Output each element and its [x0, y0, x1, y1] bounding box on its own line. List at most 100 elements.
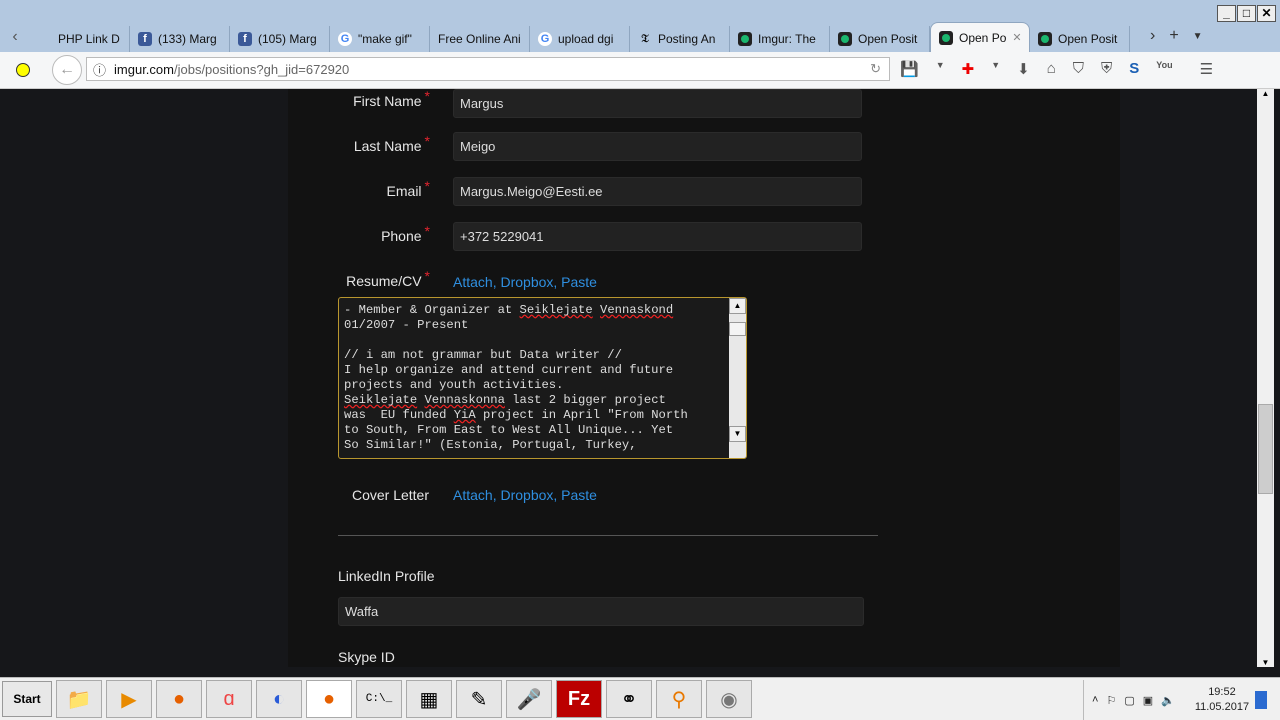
app-icon[interactable]: ɑ — [206, 680, 252, 718]
title-bar: _ □ ✕ ‹ PHP Link D f (133) Marg f (105) Marg… — [0, 0, 1280, 52]
skype-icon[interactable]: S — [1129, 60, 1139, 78]
page-scrollbar[interactable]: ▲ ▼ — [1257, 89, 1274, 667]
tab[interactable]: 𝔗 Posting An — [630, 26, 730, 52]
browser-icon[interactable]: ◐ — [256, 680, 302, 718]
resume-line: projects and youth activities. — [344, 378, 564, 392]
show-desktop-icon[interactable] — [1255, 691, 1268, 709]
nyt-icon: 𝔗 — [641, 32, 649, 45]
last-name-field[interactable]: Meigo — [453, 132, 862, 161]
maximize-button[interactable]: □ — [1237, 5, 1256, 22]
cover-letter-attach-links[interactable]: Attach, Dropbox, Paste — [453, 487, 597, 503]
scroll-down-icon[interactable]: ▼ — [1257, 658, 1274, 667]
volume-icon[interactable]: 🔈 — [1161, 694, 1175, 707]
tab-scroll-left-icon[interactable]: ‹ — [0, 28, 30, 46]
cover-letter-label: Cover Letter — [351, 487, 429, 503]
microphone-icon[interactable]: 🎤 — [506, 680, 552, 718]
imgur-icon — [738, 32, 752, 46]
scroll-up-icon[interactable]: ▲ — [729, 298, 746, 314]
resume-attach-links[interactable]: Attach, Dropbox, Paste — [453, 274, 597, 290]
reload-icon[interactable]: ↻ — [870, 61, 881, 77]
usb-icon[interactable]: ▢ — [1124, 694, 1134, 707]
menu-icon[interactable]: ☰ — [1200, 60, 1213, 78]
tab[interactable]: Open Posit — [830, 26, 930, 52]
resume-line: - Member & Organizer at Seiklejate Venna… — [344, 303, 674, 317]
application-form: First Name * Margus Last Name * Meigo Emai… — [288, 89, 1120, 667]
last-name-label: Last Name * — [353, 133, 430, 154]
scroll-down-icon[interactable]: ▼ — [729, 426, 746, 442]
tab[interactable]: f (133) Marg — [130, 26, 230, 52]
resume-label: Resume/CV * — [346, 268, 430, 289]
resume-textarea[interactable]: - Member & Organizer at Seiklejate Venna… — [338, 297, 747, 459]
facebook-icon: f — [238, 32, 252, 46]
dropdown-icon[interactable]: ▼ — [936, 60, 945, 78]
calculator-icon[interactable]: ▦ — [406, 680, 452, 718]
youtube-icon[interactable]: You — [1156, 60, 1172, 78]
close-window-button[interactable]: ✕ — [1257, 5, 1276, 22]
tab[interactable]: PHP Link D — [30, 26, 130, 52]
extension-icon[interactable] — [16, 63, 30, 77]
tab[interactable]: G "make gif" — [330, 26, 430, 52]
tab-label: "make gif" — [358, 32, 412, 46]
linkedin-label: LinkedIn Profile — [338, 568, 435, 584]
scroll-thumb[interactable] — [1258, 404, 1273, 494]
tab-list-dropdown-icon[interactable]: ▼ — [1193, 27, 1203, 47]
resume-text: - Member & Organizer at Seiklejate Venna… — [339, 298, 746, 453]
download-icon[interactable]: ⬇ — [1017, 60, 1030, 78]
tab[interactable]: Gupload dgi — [530, 26, 630, 52]
notepad-icon[interactable]: ✎ — [456, 680, 502, 718]
scroll-up-icon[interactable]: ▲ — [1257, 89, 1274, 98]
search-icon[interactable]: ⚲ — [656, 680, 702, 718]
tab[interactable]: Open Po ✕ — [930, 22, 1030, 52]
home-icon[interactable]: ⌂ — [1047, 60, 1056, 78]
command-prompt-icon[interactable]: C:\_ — [356, 680, 402, 718]
back-button[interactable]: ← — [52, 55, 82, 85]
file-explorer-icon[interactable]: 📁 — [56, 680, 102, 718]
firefox-active-icon[interactable]: ● — [306, 680, 352, 718]
tab[interactable]: Free Online Ani — [430, 26, 530, 52]
new-tab-button[interactable]: + — [1169, 27, 1178, 47]
resume-line: I help organize and attend current and f… — [344, 363, 674, 377]
tab[interactable]: Imgur: The — [730, 26, 830, 52]
save-icon[interactable]: 💾 — [900, 60, 919, 78]
divider — [338, 535, 878, 536]
skype-label: Skype ID — [338, 649, 395, 665]
dropdown-icon[interactable]: ▼ — [991, 60, 1000, 78]
close-tab-icon[interactable]: ✕ — [1012, 31, 1021, 44]
scroll-thumb[interactable] — [729, 322, 746, 336]
tab[interactable]: Open Posit — [1030, 26, 1130, 52]
network-tray-icon[interactable]: ▣ — [1143, 694, 1153, 707]
navigation-bar: ← ⓘ imgur.com/jobs/positions?gh_jid=6729… — [0, 52, 1280, 89]
first-name-field[interactable]: Margus — [453, 89, 862, 118]
tab-label: Imgur: The — [758, 32, 816, 46]
email-field[interactable]: Margus.Meigo@Eesti.ee — [453, 177, 862, 206]
firefox-icon[interactable]: ● — [156, 680, 202, 718]
info-icon[interactable]: ⓘ — [93, 60, 106, 79]
flag-icon[interactable]: ⚐ — [1106, 694, 1116, 707]
textarea-scrollbar[interactable]: ▲ ▼ — [729, 298, 746, 458]
tab-label: Free Online Ani — [438, 32, 521, 46]
ublock-icon[interactable]: ⛨ — [1101, 60, 1112, 78]
tab[interactable]: f (105) Marg — [230, 26, 330, 52]
media-player-icon[interactable]: ▶ — [106, 680, 152, 718]
disc-icon[interactable]: ◉ — [706, 680, 752, 718]
url-bar[interactable]: ⓘ imgur.com/jobs/positions?gh_jid=672920… — [86, 57, 890, 81]
tab-label: PHP Link D — [58, 32, 120, 46]
resume-line: // i am not grammar but Data writer // — [344, 348, 622, 362]
tab-scroll-right-icon[interactable]: › — [1150, 27, 1155, 47]
resume-line — [344, 333, 746, 348]
tab-strip: ‹ PHP Link D f (133) Marg f (105) Marg G "make… — [0, 22, 1280, 52]
filezilla-icon[interactable]: Fz — [556, 680, 602, 718]
show-hidden-icons[interactable]: ˄ — [1092, 694, 1098, 706]
pocket-icon[interactable]: ⛉ — [1073, 60, 1084, 78]
php-icon — [38, 32, 52, 46]
start-button[interactable]: Start — [2, 681, 52, 717]
minimize-button[interactable]: _ — [1217, 5, 1236, 22]
linkedin-field[interactable]: Waffa — [338, 597, 864, 626]
clock[interactable]: 19:52 11.05.2017 — [1195, 685, 1249, 715]
first-aid-icon[interactable]: ✚ — [962, 60, 975, 78]
tab-label: upload dgi — [558, 32, 614, 46]
email-label: Email * — [386, 178, 430, 199]
phone-field[interactable]: +372 5229041 — [453, 222, 862, 251]
tab-label: (133) Marg — [158, 32, 217, 46]
network-icon[interactable]: ⚭ — [606, 680, 652, 718]
